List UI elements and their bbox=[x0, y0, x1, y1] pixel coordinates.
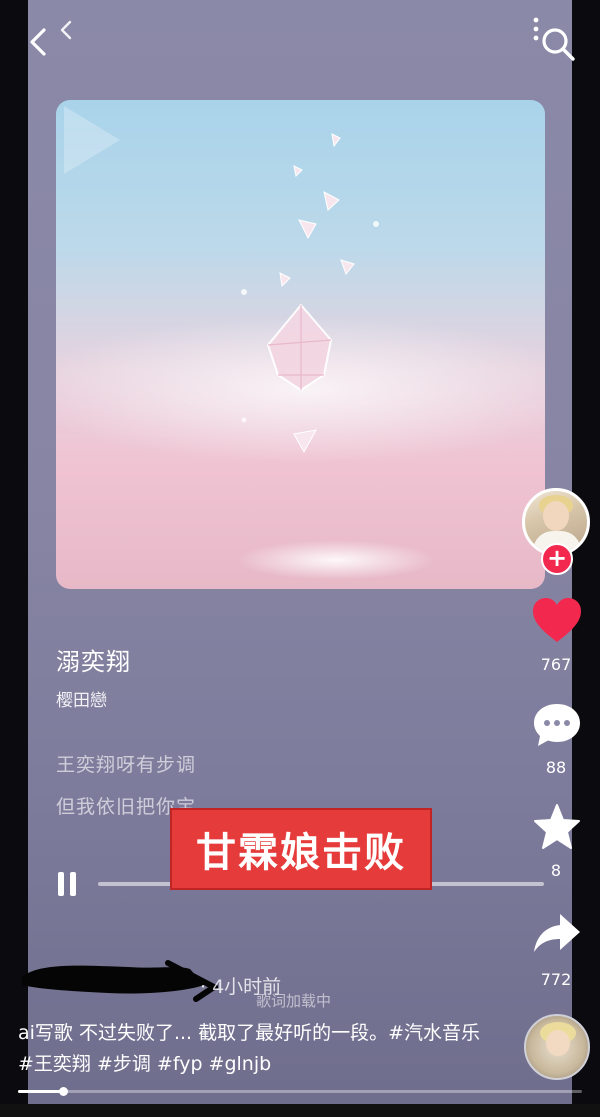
share-icon[interactable] bbox=[530, 910, 584, 960]
bottom-bar bbox=[0, 1104, 600, 1117]
video-progress-fill bbox=[18, 1090, 64, 1093]
follow-plus-icon[interactable]: + bbox=[541, 543, 573, 575]
screen: 溺奕翔 樱田戀 王奕翔呀有步调 但我依旧把你宝 甘霖娘击败 + 767 88 8… bbox=[0, 0, 600, 1117]
video-caption[interactable]: ai写歌 不过失败了... 截取了最好听的一段。#汽水音乐 #王奕翔 #步调 #… bbox=[18, 1018, 488, 1080]
comment-count: 88 bbox=[545, 758, 567, 777]
heart-icon[interactable] bbox=[530, 596, 584, 646]
back-icon-secondary[interactable] bbox=[56, 16, 76, 46]
redacted-author-name bbox=[22, 960, 218, 1002]
lyrics-loading-text: 歌词加载中 bbox=[256, 992, 332, 1010]
diamond-illustration bbox=[241, 133, 379, 454]
favorite-count: 8 bbox=[550, 861, 562, 880]
lyric-line: 王奕翔呀有步调 bbox=[56, 754, 197, 776]
share-count: 772 bbox=[540, 970, 572, 989]
overlay-banner: 甘霖娘击败 bbox=[170, 808, 432, 890]
song-artist[interactable]: 樱田戀 bbox=[56, 686, 107, 711]
music-disc-avatar[interactable] bbox=[524, 1014, 590, 1080]
search-icon[interactable] bbox=[538, 24, 578, 64]
video-progress-bar[interactable] bbox=[18, 1087, 582, 1096]
song-title: 溺奕翔 bbox=[56, 648, 131, 676]
album-cover[interactable] bbox=[56, 100, 545, 589]
pause-icon[interactable] bbox=[58, 872, 80, 898]
play-icon[interactable] bbox=[56, 100, 126, 180]
star-icon[interactable] bbox=[530, 802, 584, 852]
back-icon[interactable] bbox=[24, 24, 54, 60]
left-border bbox=[0, 0, 28, 1117]
like-count: 767 bbox=[540, 655, 572, 674]
comment-icon[interactable] bbox=[530, 700, 584, 750]
